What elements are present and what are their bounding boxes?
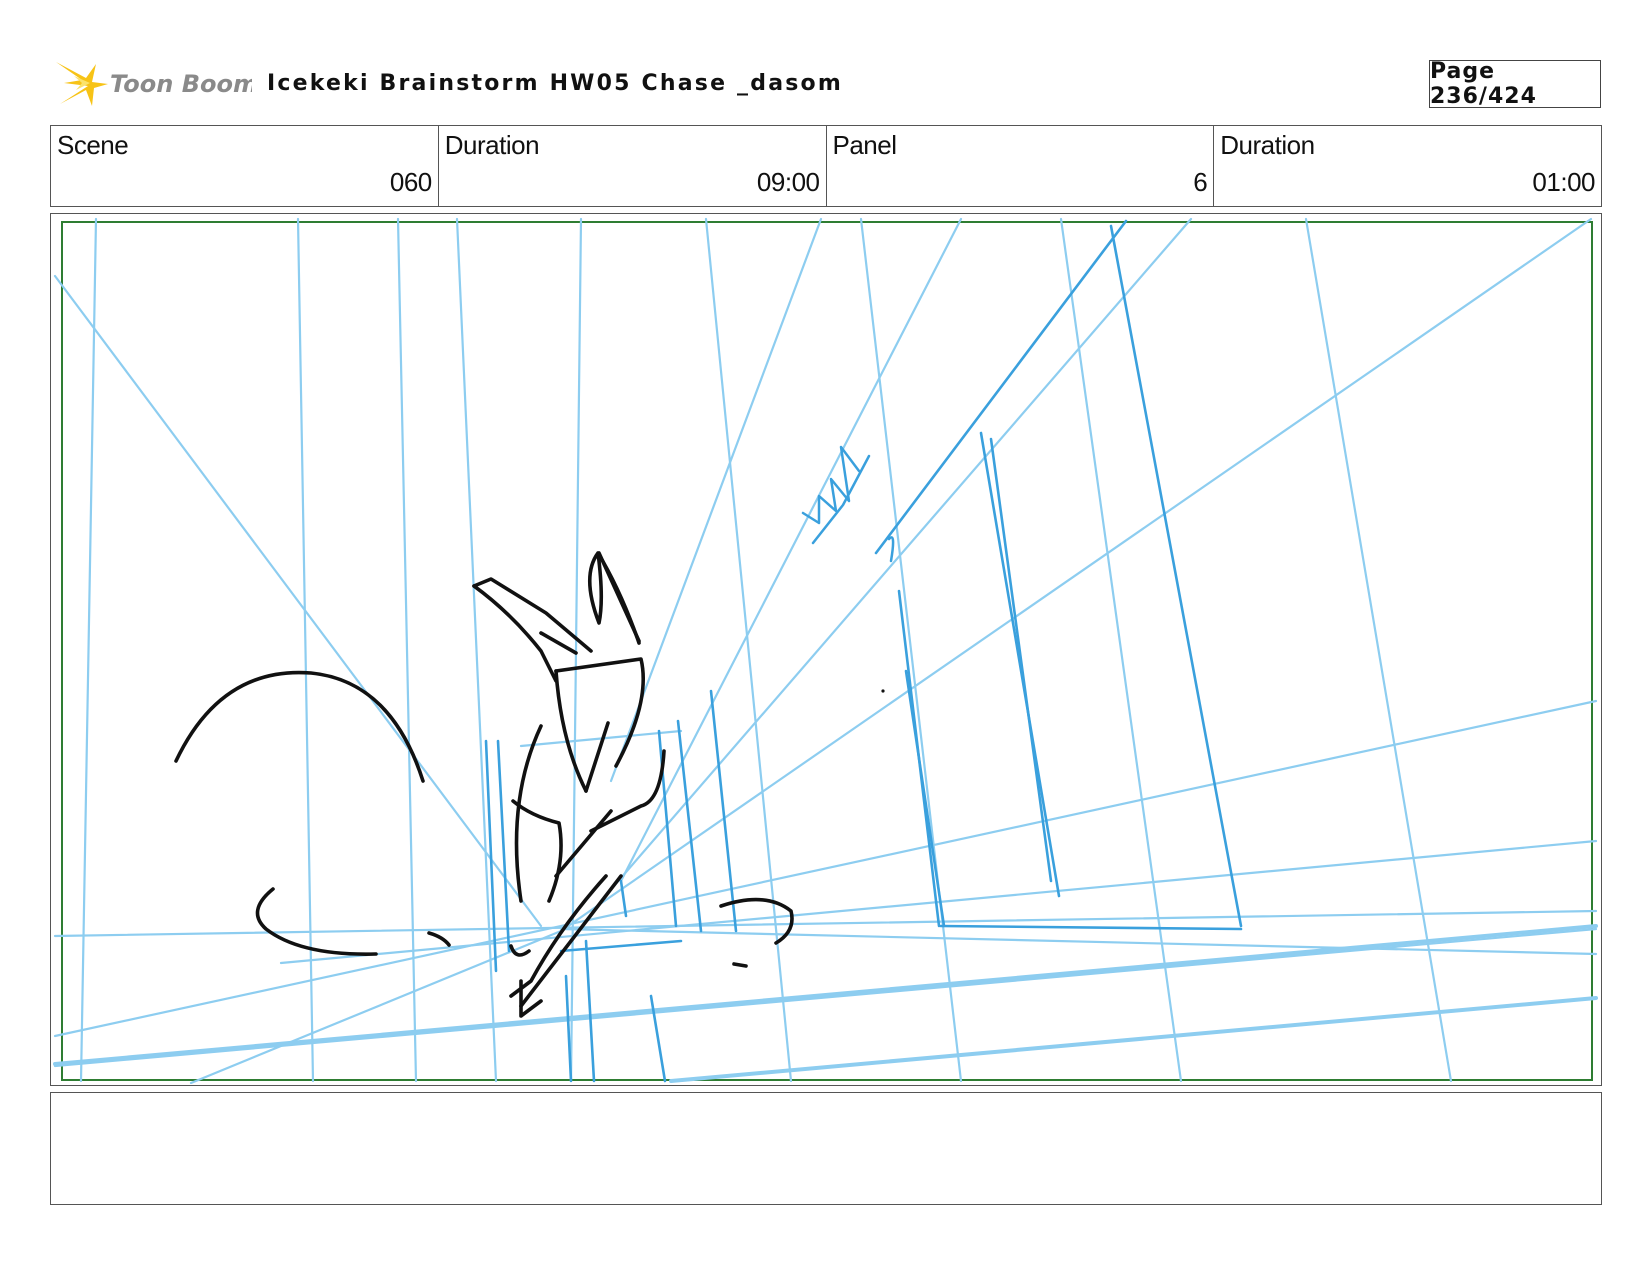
impact-scribble [801, 445, 895, 563]
star-burst-icon [56, 62, 108, 106]
panel-sketch [53, 217, 1598, 1084]
page-number: Page 236/424 [1430, 59, 1537, 109]
panel-label: Panel [832, 130, 898, 160]
storyboard-panel [50, 213, 1602, 1086]
scene-value: 060 [389, 167, 432, 197]
scene-cell: Scene 060 [51, 126, 439, 206]
panel-notes-box [50, 1092, 1602, 1205]
scene-duration-value: 09:00 [756, 167, 820, 197]
motion-lines [484, 219, 1243, 1083]
panel-duration-label: Duration [1220, 130, 1315, 160]
character-sketch [174, 551, 794, 1018]
panel-info-row: Scene 060 Duration 09:00 Panel 6 Duratio… [50, 125, 1602, 207]
safe-area-frame [61, 221, 1593, 1081]
svg-text:Toon Boom: Toon Boom [110, 70, 252, 98]
page-indicator: Page 236/424 [1429, 59, 1601, 109]
panel-duration-value: 01:00 [1532, 167, 1595, 197]
panel-duration-cell: Duration 01:00 [1214, 126, 1601, 206]
toon-boom-logo: Toon Boom [52, 56, 258, 112]
panel-cell: Panel 6 [827, 126, 1215, 206]
panel-value: 6 [1193, 167, 1208, 197]
scene-duration-cell: Duration 09:00 [439, 126, 827, 206]
ink-dot [881, 689, 885, 693]
perspective-guides [53, 217, 1598, 1084]
document-title: Icekeki Brainstorm HW05 Chase _dasom [267, 71, 843, 96]
toon-boom-logo-graphic: Toon Boom [56, 62, 258, 106]
scene-duration-label: Duration [444, 130, 540, 160]
scene-label: Scene [57, 130, 129, 160]
